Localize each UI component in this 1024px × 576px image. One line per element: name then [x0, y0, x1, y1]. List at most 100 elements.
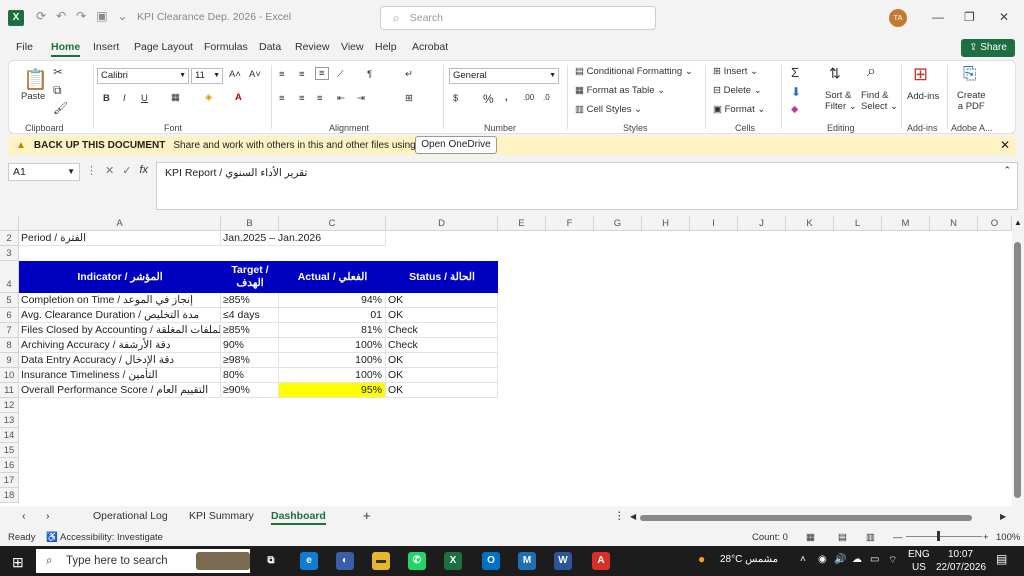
align-top-icon[interactable]: ≡ [279, 69, 285, 80]
search-input[interactable]: ⌕ Search [380, 6, 656, 30]
status-cell[interactable]: Check [386, 323, 498, 338]
header-indicator-cell[interactable]: Indicator / المؤشر [19, 261, 221, 293]
outlook-icon[interactable]: O [482, 552, 500, 570]
target-cell[interactable]: ≥85% [221, 323, 279, 338]
weather-text[interactable]: 28°C مشمس [720, 554, 778, 565]
status-cell[interactable]: Check [386, 338, 498, 353]
tab-formulas[interactable]: Formulas [204, 41, 248, 53]
page-layout-view-icon[interactable]: ▤ [838, 532, 847, 543]
wrap-text-icon[interactable]: ↵ [405, 69, 413, 80]
vertical-scroll-thumb[interactable] [1014, 242, 1021, 498]
italic-icon[interactable]: I [123, 93, 126, 104]
tab-view[interactable]: View [341, 41, 364, 53]
paste-button[interactable]: Paste [21, 91, 45, 102]
fill-color-icon[interactable]: ◈ [205, 92, 212, 103]
font-color-icon[interactable]: A [235, 92, 242, 103]
clock-time[interactable]: 10:07 [948, 549, 973, 560]
customize-qat-icon[interactable]: ⌄ [118, 9, 128, 23]
add-sheet-icon[interactable]: + [363, 508, 371, 523]
decrease-decimal-icon[interactable]: .0 [543, 93, 550, 102]
zoom-out-icon[interactable]: — [893, 532, 903, 543]
header-status-cell[interactable]: Status / الحالة [386, 261, 498, 293]
tab-review[interactable]: Review [295, 41, 329, 53]
tab-acrobat[interactable]: Acrobat [412, 41, 448, 53]
column-header[interactable]: I [690, 216, 738, 231]
search-highlight-image[interactable] [196, 552, 250, 570]
increase-decimal-icon[interactable]: .00 [523, 93, 534, 102]
target-cell[interactable]: 80% [221, 368, 279, 383]
status-cell[interactable]: OK [386, 293, 498, 308]
row-header[interactable]: 11 [0, 383, 19, 398]
row-header[interactable]: 2 [0, 231, 19, 246]
row-header[interactable]: 6 [0, 308, 19, 323]
status-cell[interactable]: OK [386, 368, 498, 383]
zoom-in-icon[interactable]: + [983, 532, 989, 543]
tray-record-icon[interactable]: ◉ [818, 554, 827, 565]
row-header[interactable]: 14 [0, 428, 19, 443]
column-header[interactable]: M [882, 216, 930, 231]
conditional-formatting-button[interactable]: ▤ Conditional Formatting ⌄ [575, 66, 693, 77]
scroll-tabs-left-icon[interactable]: ‹ [22, 510, 26, 522]
page-break-view-icon[interactable]: ▥ [866, 532, 875, 543]
period-label-cell[interactable]: Period / الفترة [19, 231, 221, 246]
vertical-scrollbar[interactable]: ▲ [1012, 216, 1024, 506]
row-header[interactable]: 3 [0, 246, 19, 261]
acrobat-icon[interactable]: A [592, 552, 610, 570]
column-header[interactable]: J [738, 216, 786, 231]
align-right-icon[interactable]: ≡ [317, 93, 323, 104]
accessibility-status[interactable]: Accessibility: Investigate [60, 532, 163, 543]
row-header[interactable]: 5 [0, 293, 19, 308]
insert-cells-button[interactable]: ⊞ Insert ⌄ [713, 66, 758, 77]
row-header[interactable]: 12 [0, 398, 19, 413]
addins-button[interactable]: Add-ins [907, 91, 939, 102]
cloud-icon[interactable]: ☁ [852, 554, 862, 565]
row-header[interactable]: 4 [0, 261, 19, 293]
status-cell[interactable]: OK [386, 383, 498, 398]
format-cells-button[interactable]: ▣ Format ⌄ [713, 104, 765, 115]
row-header[interactable]: 9 [0, 353, 19, 368]
normal-view-icon[interactable]: ▦ [806, 532, 815, 543]
decrease-indent-icon[interactable]: ⇤ [337, 93, 345, 104]
status-cell[interactable]: OK [386, 353, 498, 368]
excel-taskbar-icon[interactable]: X [444, 552, 462, 570]
format-as-table-button[interactable]: ▦ Format as Table ⌄ [575, 85, 665, 96]
cancel-icon[interactable]: ✕ [105, 164, 114, 177]
close-icon[interactable]: ✕ [1000, 138, 1010, 152]
column-header[interactable]: G [594, 216, 642, 231]
zoom-slider[interactable] [906, 536, 982, 537]
enter-icon[interactable]: ✓ [122, 164, 131, 177]
scroll-left-icon[interactable]: ◀ [630, 512, 636, 521]
row-header[interactable]: 7 [0, 323, 19, 338]
merge-center-icon[interactable]: ⊞ [405, 93, 413, 104]
word-icon[interactable]: W [554, 552, 572, 570]
column-header[interactable]: A [19, 216, 221, 231]
region-indicator[interactable]: US [912, 562, 926, 573]
align-center-icon[interactable]: ≡ [299, 93, 305, 104]
align-left-icon[interactable]: ≡ [279, 93, 285, 104]
column-header[interactable]: B [221, 216, 279, 231]
undo-icon[interactable]: ↶ [56, 9, 66, 23]
scroll-right-icon[interactable]: ▶ [1000, 512, 1006, 521]
tab-page-layout[interactable]: Page Layout [134, 41, 193, 53]
minimize-icon[interactable]: — [932, 10, 944, 24]
target-cell[interactable]: 90% [221, 338, 279, 353]
tab-help[interactable]: Help [375, 41, 397, 53]
actual-cell[interactable]: 01 [279, 308, 386, 323]
column-header[interactable]: D [386, 216, 498, 231]
underline-icon[interactable]: U [141, 93, 148, 104]
increase-indent-icon[interactable]: ⇥ [357, 93, 365, 104]
indicator-cell[interactable]: Completion on Time / إنجاز في الموعد [19, 293, 221, 308]
name-box[interactable]: A1 ▼ [8, 163, 80, 181]
row-header[interactable]: 16 [0, 458, 19, 473]
save-icon[interactable]: ▣ [96, 9, 107, 23]
target-cell[interactable]: ≥90% [221, 383, 279, 398]
copy-icon[interactable]: ⧉ [53, 83, 62, 98]
column-header[interactable]: H [642, 216, 690, 231]
app-m-icon[interactable]: M [518, 552, 536, 570]
create-pdf-button[interactable]: Create a PDF [957, 90, 986, 112]
shrink-font-icon[interactable]: A˅ [249, 69, 261, 80]
target-cell[interactable]: ≥85% [221, 293, 279, 308]
windows-start-icon[interactable]: ⊞ [12, 554, 24, 571]
maximize-icon[interactable]: ❐ [964, 10, 975, 24]
actual-cell[interactable]: 100% [279, 368, 386, 383]
